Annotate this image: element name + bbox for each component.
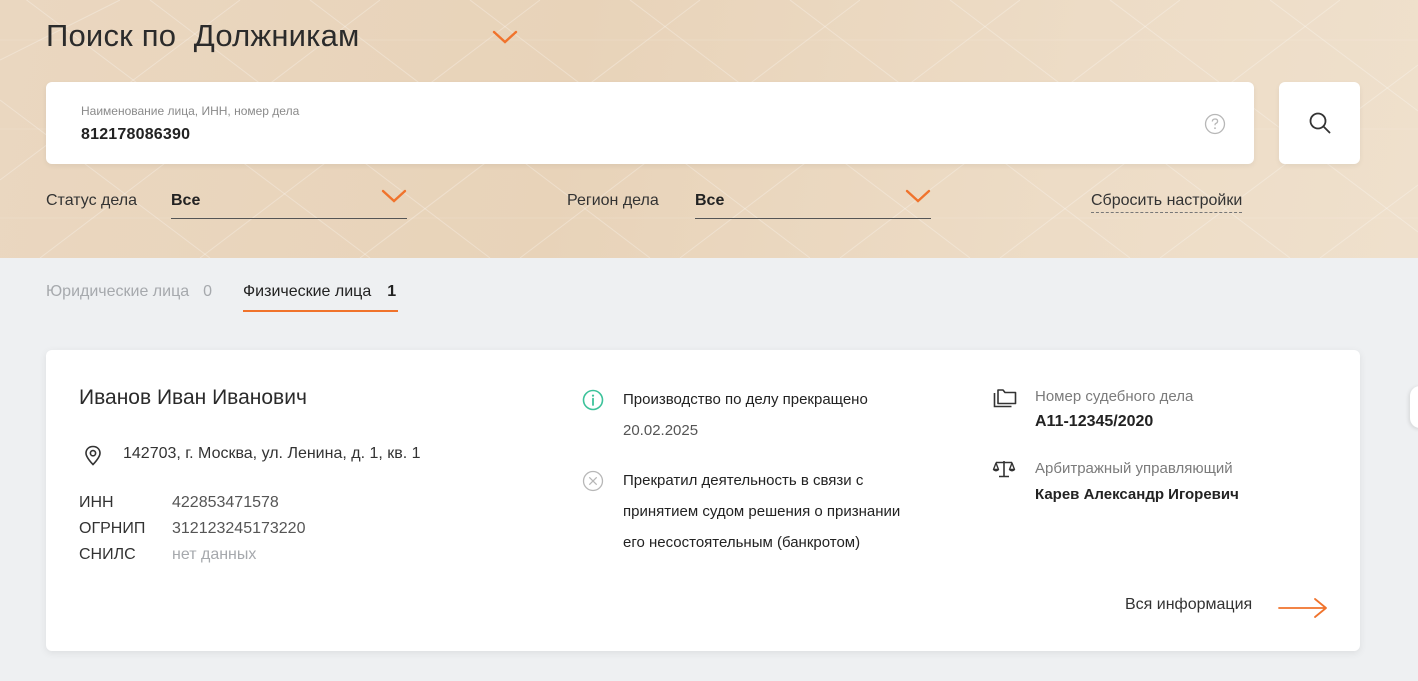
case-status: Производство по делу прекращено [623,391,868,408]
search-input-box[interactable]: Наименование лица, ИНН, номер дела 81217… [46,82,1254,164]
folder-icon [993,389,1017,408]
status-filter-select[interactable]: Все [171,189,407,219]
region-filter-value: Все [695,192,725,209]
debtor-address: 142703, г. Москва, ул. Ленина, д. 1, кв.… [123,445,421,462]
tab-count: 0 [203,283,213,300]
field-value: 312123245173220 [172,520,306,537]
tab-individuals[interactable]: Физические лица 1 [243,283,399,312]
side-panel-handle[interactable] [1410,386,1418,428]
field-inn: ИНН 422853471578 [79,494,279,512]
status-filter-value: Все [171,192,201,209]
field-key: ИНН [79,494,114,511]
arrow-right-icon[interactable] [1277,595,1329,621]
field-snils: СНИЛС нет данных [79,546,256,564]
manager-label: Арбитражный управляющий [1035,460,1233,477]
search-target-select[interactable]: Должникам [194,18,360,53]
tab-count: 1 [387,283,397,300]
close-circle-icon [582,470,604,492]
chevron-down-icon[interactable] [492,29,518,45]
region-filter-label: Регион дела [567,192,659,209]
field-key: ОГРНИП [79,520,146,537]
status-reason-line: Прекратил деятельность в связи с [623,472,864,489]
case-number[interactable]: А11-12345/2020 [1035,413,1153,431]
help-icon[interactable] [1204,113,1226,135]
chevron-down-icon [905,189,931,203]
search-input[interactable]: 812178086390 [81,126,190,144]
search-icon [1309,112,1330,134]
location-pin-icon [85,445,101,466]
manager-name: Карев Александр Игоревич [1035,486,1239,503]
scales-icon [992,461,1016,478]
chevron-down-icon [381,189,407,203]
all-info-link[interactable]: Вся информация [1125,596,1252,614]
title-prefix: Поиск по [46,18,177,53]
tab-label: Юридические лица [46,283,190,300]
status-filter-label: Статус дела [46,192,137,209]
field-key: СНИЛС [79,546,136,563]
result-card[interactable]: Иванов Иван Иванович 142703, г. Москва, … [46,350,1360,651]
case-number-label: Номер судебного дела [1035,388,1194,405]
search-header: Поиск по Должникам Наименование лица, ИН… [0,0,1418,258]
reset-settings-link[interactable]: Сбросить настройки [1091,192,1243,213]
case-status-date: 20.02.2025 [623,422,699,439]
field-value: нет данных [172,546,257,563]
field-value: 422853471578 [172,494,279,511]
info-circle-icon [582,389,604,411]
search-button[interactable] [1279,82,1360,164]
page-title: Поиск по Должникам [46,18,360,54]
search-input-label: Наименование лица, ИНН, номер дела [81,104,300,118]
region-filter-select[interactable]: Все [695,189,931,219]
tab-legal-entities[interactable]: Юридические лица 0 [46,283,212,301]
status-reason-line: его несостоятельным (банкротом) [623,534,861,551]
tab-label: Физические лица [243,283,372,300]
debtor-name[interactable]: Иванов Иван Иванович [79,386,307,410]
field-ogrnip: ОГРНИП 312123245173220 [79,520,305,538]
status-reason-line: принятием судом решения о признании [623,503,901,520]
